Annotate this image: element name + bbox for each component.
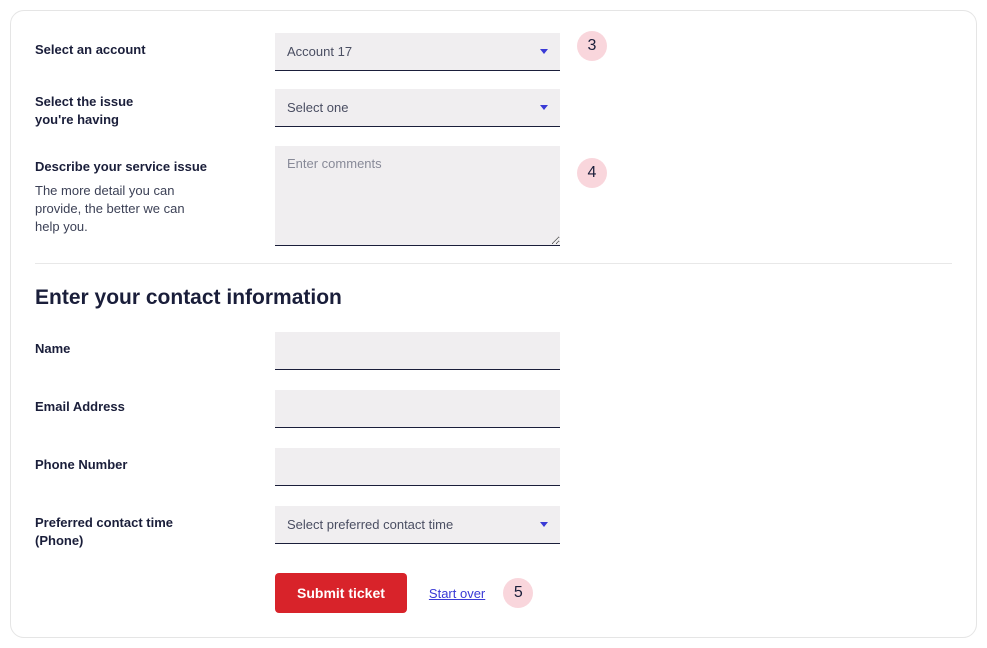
account-select-value: Account 17 [287,44,352,59]
account-input-col: Account 17 3 [275,33,560,71]
preferred-time-placeholder: Select preferred contact time [287,517,453,532]
email-input[interactable] [275,390,560,428]
describe-label: Describe your service issue [35,158,275,176]
phone-row: Phone Number [35,448,952,486]
phone-input-col [275,448,560,486]
email-label-col: Email Address [35,390,275,416]
name-input-col [275,332,560,370]
describe-row: Describe your service issue The more det… [35,146,952,251]
preferred-time-label: Preferred contact time (Phone) [35,514,195,549]
preferred-time-row: Preferred contact time (Phone) Select pr… [35,506,952,549]
ticket-form-container: Select an account Account 17 3 Select th… [10,10,977,638]
preferred-time-select[interactable]: Select preferred contact time [275,506,560,544]
preferred-time-label-col: Preferred contact time (Phone) [35,506,275,549]
start-over-link[interactable]: Start over [429,586,485,601]
issue-label-col: Select the issue you're having [35,89,275,128]
describe-label-col: Describe your service issue The more det… [35,146,275,236]
issue-select-placeholder: Select one [287,100,348,115]
name-row: Name [35,332,952,370]
phone-input[interactable] [275,448,560,486]
callout-badge-4: 4 [577,158,607,188]
dropdown-arrow-icon [540,105,548,110]
describe-input-col: 4 [275,146,560,251]
contact-heading: Enter your contact information [35,286,952,310]
account-label: Select an account [35,41,275,59]
phone-label: Phone Number [35,456,275,474]
phone-label-col: Phone Number [35,448,275,474]
name-label: Name [35,340,275,358]
submit-ticket-button[interactable]: Submit ticket [275,573,407,613]
email-input-col [275,390,560,428]
account-select[interactable]: Account 17 [275,33,560,71]
dropdown-arrow-icon [540,49,548,54]
email-row: Email Address [35,390,952,428]
describe-subtext: The more detail you can provide, the bet… [35,182,205,237]
name-input[interactable] [275,332,560,370]
button-row: Submit ticket Start over 5 [275,573,952,613]
issue-input-col: Select one [275,89,560,127]
account-label-col: Select an account [35,33,275,59]
section-divider [35,263,952,264]
issue-select[interactable]: Select one [275,89,560,127]
preferred-time-input-col: Select preferred contact time [275,506,560,544]
issue-row: Select the issue you're having Select on… [35,89,952,128]
describe-textarea[interactable] [275,146,560,246]
email-label: Email Address [35,398,275,416]
callout-badge-3: 3 [577,31,607,61]
dropdown-arrow-icon [540,522,548,527]
account-row: Select an account Account 17 3 [35,33,952,71]
name-label-col: Name [35,332,275,358]
callout-badge-5: 5 [503,578,533,608]
issue-label: Select the issue you're having [35,93,165,128]
